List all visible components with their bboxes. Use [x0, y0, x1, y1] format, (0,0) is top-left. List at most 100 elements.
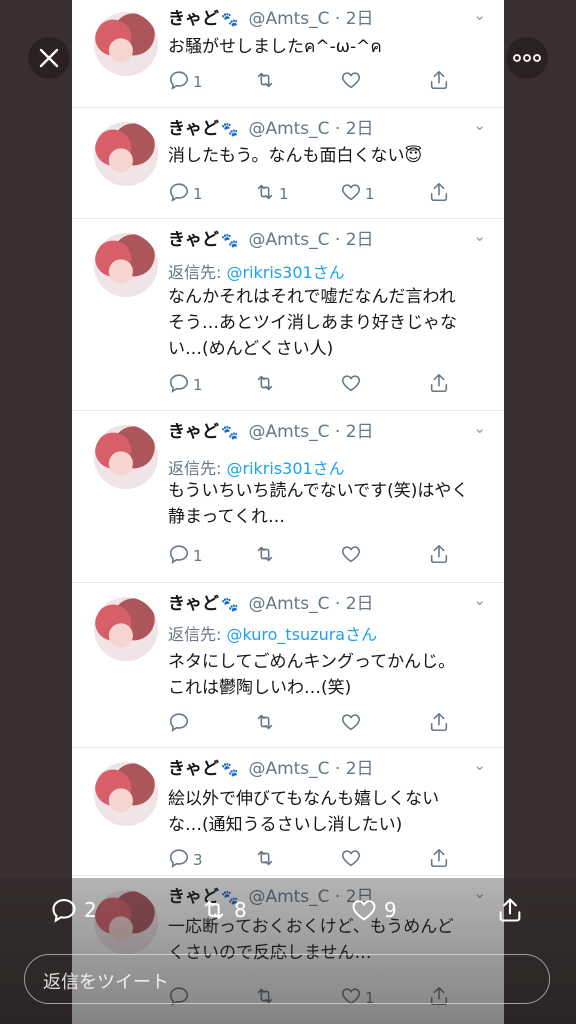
tweet-actions: 3 — [168, 848, 468, 872]
share-button[interactable] — [428, 373, 450, 397]
reply-count: 2 — [84, 898, 97, 922]
reply-button[interactable]: 1 — [168, 70, 203, 94]
paw-icon: 🐾 — [221, 762, 239, 778]
like-count-button[interactable]: 9 — [350, 896, 397, 924]
share-icon — [428, 181, 450, 207]
share-button[interactable] — [428, 544, 450, 568]
share-button[interactable] — [496, 896, 524, 924]
retweet-button[interactable]: 1 — [254, 182, 289, 206]
reply-count: 1 — [193, 185, 203, 203]
handle-and-time: @Amts_C · 2日 — [248, 422, 374, 442]
tweet-text: 絵以外で伸びてもなんも嬉しくない な…(通知うるさいし消したい) — [168, 789, 440, 835]
display-name[interactable]: きゃど — [168, 594, 219, 614]
reply-input[interactable]: 返信をツイート — [24, 954, 550, 1004]
reply-button[interactable]: 1 — [168, 373, 203, 397]
reply-mention[interactable]: @rikris301 — [226, 263, 312, 282]
like-button[interactable] — [340, 544, 365, 568]
tweet-text: ネタにしてごめんキングってかんじ。 これは鬱陶しいわ…(笑) — [168, 652, 456, 698]
tweet-actions — [168, 712, 468, 736]
reply-icon — [168, 69, 190, 95]
paw-icon: 🐾 — [221, 425, 239, 441]
reply-count: 1 — [193, 547, 203, 565]
more-icon — [513, 54, 541, 62]
share-button[interactable] — [428, 712, 450, 736]
avatar[interactable] — [94, 597, 158, 661]
avatar[interactable] — [94, 122, 158, 186]
reply-to: 返信先: @rikris301さん — [168, 455, 345, 479]
chevron-down-icon[interactable]: ⌄ — [473, 419, 486, 437]
share-button[interactable] — [428, 848, 450, 872]
reply-button[interactable]: 1 — [168, 182, 203, 206]
reply-icon — [168, 847, 190, 873]
display-name[interactable]: きゃど — [168, 119, 219, 139]
chevron-down-icon[interactable]: ⌄ — [473, 116, 486, 134]
tweet[interactable]: きゃど 🐾 @Amts_C · 2日 ⌄ 返信先: @kuro_tsuzuraさんネタに… — [72, 583, 504, 748]
like-button[interactable] — [340, 712, 365, 736]
reply-button[interactable]: 3 — [168, 848, 203, 872]
avatar[interactable] — [94, 12, 158, 76]
tweet-header: きゃど🐾 @Amts_C · 2日 — [168, 754, 374, 779]
tweet-text: なんかそれはそれで嘘だなんだ言われ そう…あとツイ消しあまり好きじゃな い…(め… — [168, 287, 457, 359]
more-options-button[interactable] — [506, 37, 548, 79]
heart-icon — [340, 711, 362, 737]
tweet[interactable]: きゃど 🐾 @Amts_C · 2日 ⌄ お騒がせしましたค^-ω-^ค 1 — [72, 0, 504, 108]
reply-icon — [168, 372, 190, 398]
chevron-down-icon[interactable]: ⌄ — [473, 6, 486, 24]
heart-icon — [352, 900, 376, 921]
reply-icon — [168, 543, 190, 569]
like-button[interactable]: 1 — [340, 182, 375, 206]
paw-icon: 🐾 — [221, 122, 239, 138]
handle-and-time: @Amts_C · 2日 — [248, 594, 374, 614]
display-name[interactable]: きゃど — [168, 230, 219, 250]
reply-mention[interactable]: @kuro_tsuzura — [226, 625, 345, 644]
like-button[interactable] — [340, 70, 365, 94]
tweet-actions: 1 — [168, 544, 468, 568]
display-name[interactable]: きゃど — [168, 759, 219, 779]
retweet-button[interactable] — [254, 848, 279, 872]
close-button[interactable] — [28, 37, 70, 79]
tweet[interactable]: きゃど 🐾 @Amts_C · 2日 ⌄ 返信先: @rikris301さん なんかそれは… — [72, 219, 504, 411]
display-name[interactable]: きゃど — [168, 9, 219, 29]
retweet-icon — [254, 181, 276, 207]
share-icon — [428, 711, 450, 737]
retweet-icon — [254, 543, 276, 569]
tweet-actions: 1 — [168, 373, 468, 397]
tweet[interactable]: きゃど 🐾 @Amts_C · 2日 ⌄ 消したもう。なんも面白くない😇 1 1 1 — [72, 108, 504, 219]
tweet[interactable]: きゃど 🐾 @Amts_C · 2日 ⌄ 返信先: @rikris301さん もういちいち… — [72, 411, 504, 583]
display-name[interactable]: きゃど — [168, 422, 219, 442]
chevron-down-icon[interactable]: ⌄ — [473, 756, 486, 774]
like-button[interactable] — [340, 848, 365, 872]
tweet-header: きゃど🐾 @Amts_C · 2日 — [168, 417, 374, 442]
chevron-down-icon[interactable]: ⌄ — [473, 591, 486, 609]
retweet-button[interactable] — [254, 70, 279, 94]
avatar[interactable] — [94, 233, 158, 297]
avatar[interactable] — [94, 762, 158, 826]
reply-to-label: 返信先: — [168, 625, 227, 644]
tweet-header: きゃど🐾 @Amts_C · 2日 — [168, 225, 374, 250]
retweet-icon — [254, 847, 276, 873]
tweet-thread: きゃど 🐾 @Amts_C · 2日 ⌄ お騒がせしましたค^-ω-^ค 1 きゃど 🐾 @Am… — [72, 0, 504, 1024]
paw-icon: 🐾 — [221, 233, 239, 249]
reply-to-label: 返信先: — [168, 263, 227, 282]
chevron-down-icon[interactable]: ⌄ — [473, 227, 486, 245]
tweet[interactable]: きゃど 🐾 @Amts_C · 2日 ⌄ 絵以外で伸びてもなんも嬉しくない な…(通知う… — [72, 748, 504, 876]
share-button[interactable] — [428, 70, 450, 94]
reply-button[interactable] — [168, 712, 193, 736]
reply-suffix: さん — [345, 625, 378, 644]
reply-count-button[interactable]: 2 — [50, 896, 97, 924]
retweet-button[interactable] — [254, 544, 279, 568]
heart-icon — [340, 181, 362, 207]
share-button[interactable] — [428, 182, 450, 206]
retweet-button[interactable] — [254, 712, 279, 736]
like-count: 9 — [384, 898, 397, 922]
heart-icon — [340, 69, 362, 95]
retweet-count-button[interactable]: 8 — [200, 896, 247, 924]
reply-button[interactable]: 1 — [168, 544, 203, 568]
retweet-count: 1 — [279, 185, 289, 203]
tweet-header: きゃど🐾 @Amts_C · 2日 — [168, 589, 374, 614]
share-icon — [428, 847, 450, 873]
retweet-button[interactable] — [254, 373, 279, 397]
like-button[interactable] — [340, 373, 365, 397]
reply-mention[interactable]: @rikris301 — [226, 459, 312, 478]
avatar[interactable] — [94, 425, 158, 489]
